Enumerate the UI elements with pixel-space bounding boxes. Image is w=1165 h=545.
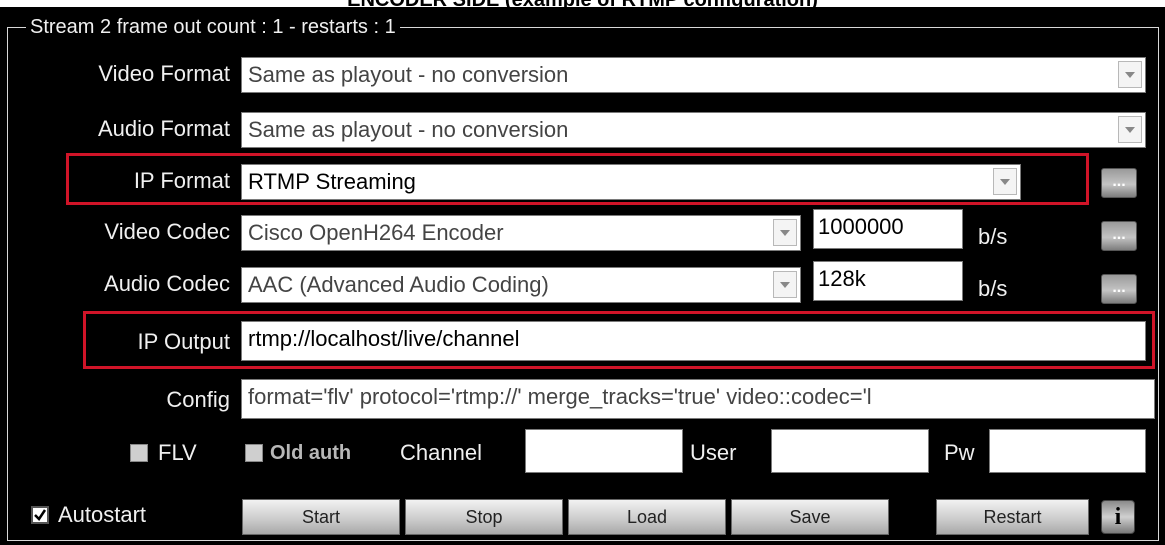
pw-input[interactable] xyxy=(989,429,1146,473)
ip-format-label: IP Format xyxy=(133,168,230,193)
audio-codec-label: Audio Codec xyxy=(104,271,230,296)
audio-codec-select[interactable]: AAC (Advanced Audio Coding) xyxy=(241,267,801,303)
video-codec-select[interactable]: Cisco OpenH264 Encoder xyxy=(241,215,801,251)
flv-checkbox[interactable] xyxy=(130,444,148,462)
video-codec-value: Cisco OpenH264 Encoder xyxy=(248,220,504,245)
audio-codec-settings-button[interactable]: ... xyxy=(1101,274,1137,304)
ip-format-settings-button[interactable]: ... xyxy=(1101,168,1137,198)
audio-codec-value: AAC (Advanced Audio Coding) xyxy=(248,272,549,297)
save-button[interactable]: Save xyxy=(731,499,889,535)
channel-label: Channel xyxy=(400,440,482,465)
channel-input[interactable] xyxy=(525,429,683,473)
video-bitrate-input[interactable]: 1000000 xyxy=(813,209,963,249)
autostart-label: Autostart xyxy=(58,502,147,527)
user-input[interactable] xyxy=(771,429,929,473)
ip-format-value: RTMP Streaming xyxy=(248,169,416,194)
ip-output-label: IP Output xyxy=(137,329,230,354)
video-codec-settings-button[interactable]: ... xyxy=(1101,221,1137,251)
user-label: User xyxy=(690,440,737,465)
config-input[interactable]: format='flv' protocol='rtmp://' merge_tr… xyxy=(241,379,1155,419)
video-codec-label: Video Codec xyxy=(104,219,230,244)
info-icon: i xyxy=(1114,503,1122,530)
chevron-down-icon[interactable] xyxy=(773,271,797,298)
audio-format-select[interactable]: Same as playout - no conversion xyxy=(241,112,1146,148)
ip-output-input[interactable]: rtmp://localhost/live/channel xyxy=(241,321,1146,361)
stop-button[interactable]: Stop xyxy=(405,499,563,535)
audio-bitrate-input[interactable]: 128k xyxy=(813,261,963,301)
encoder-panel: Stream 2 frame out count : 1 - restarts … xyxy=(0,7,1165,545)
old-auth-checkbox[interactable] xyxy=(245,444,263,462)
restart-button[interactable]: Restart xyxy=(936,499,1089,535)
chevron-down-icon[interactable] xyxy=(993,168,1017,195)
audio-format-value: Same as playout - no conversion xyxy=(248,117,569,142)
video-format-label: Video Format xyxy=(98,61,230,86)
video-format-select[interactable]: Same as playout - no conversion xyxy=(241,57,1146,93)
chevron-down-icon[interactable] xyxy=(1118,116,1142,143)
config-label: Config xyxy=(166,387,230,412)
video-format-value: Same as playout - no conversion xyxy=(248,62,569,87)
info-button[interactable]: i xyxy=(1101,500,1135,534)
load-button[interactable]: Load xyxy=(568,499,726,535)
ip-format-select[interactable]: RTMP Streaming xyxy=(241,164,1021,200)
checkmark-icon xyxy=(34,509,47,521)
audio-bitrate-unit: b/s xyxy=(978,276,1008,301)
autostart-checkbox[interactable] xyxy=(31,506,49,524)
group-title: Stream 2 frame out count : 1 - restarts … xyxy=(26,15,400,39)
chevron-down-icon[interactable] xyxy=(1118,61,1142,88)
audio-format-label: Audio Format xyxy=(97,116,230,141)
start-button[interactable]: Start xyxy=(242,499,400,535)
video-bitrate-unit: b/s xyxy=(978,224,1008,249)
chevron-down-icon[interactable] xyxy=(773,219,797,246)
pw-label: Pw xyxy=(944,440,975,465)
flv-label: FLV xyxy=(158,440,197,465)
old-auth-label: Old auth xyxy=(270,442,352,464)
